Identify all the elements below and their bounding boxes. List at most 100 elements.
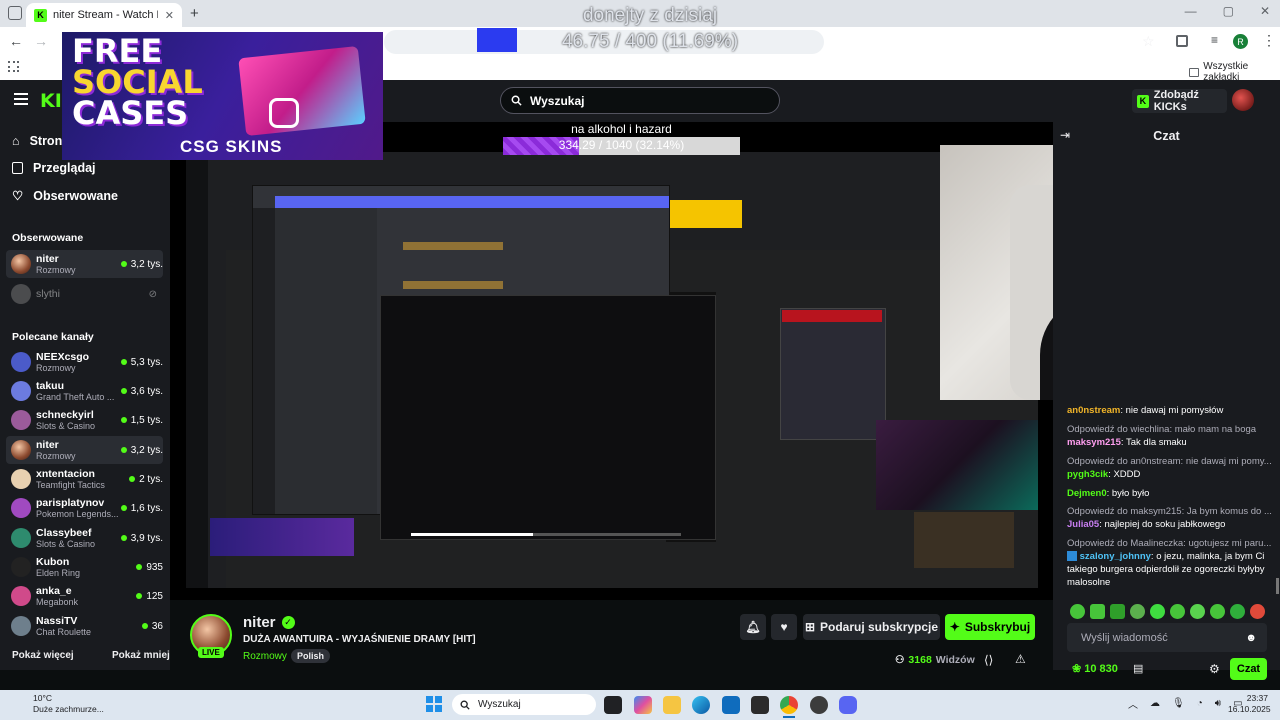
- channel-avatar: [11, 440, 31, 460]
- sidebar-channel-slythi[interactable]: slythi ⊘: [6, 280, 163, 308]
- sidebar-channel[interactable]: Kubon Elden Ring 935: [6, 553, 163, 581]
- store-app-icon[interactable]: [751, 696, 769, 714]
- chat-username[interactable]: maksym215: [1067, 437, 1121, 448]
- tab-search-button[interactable]: [8, 6, 22, 20]
- stream-category[interactable]: Rozmowy: [243, 651, 287, 662]
- notifications-button[interactable]: 🔔︎: [740, 614, 766, 640]
- emote-icon[interactable]: [1190, 604, 1205, 619]
- edge-icon[interactable]: [692, 696, 710, 714]
- taskbar-clock[interactable]: 23:37 16.10.2025: [1228, 693, 1271, 715]
- chat-input[interactable]: Wyślij wiadomość ☻: [1067, 623, 1267, 652]
- back-icon[interactable]: ←: [9, 33, 23, 49]
- viewers-icon: ⚇: [895, 654, 905, 666]
- chat-reply-context[interactable]: Odpowiedź do Maalineczka: ugotujesz mi p…: [1067, 537, 1272, 550]
- tray-chevron-icon[interactable]: ︿: [1128, 696, 1138, 711]
- windows-start-icon[interactable]: [426, 696, 442, 712]
- nav-following[interactable]: ♡ Obserwowane: [12, 188, 118, 204]
- gift-subs-button[interactable]: ⊞ Podaruj subskrypcje: [803, 614, 940, 640]
- language-tag[interactable]: Polish: [291, 649, 331, 663]
- bookmark-star-icon[interactable]: ☆: [1142, 33, 1155, 50]
- chat-scrollbar[interactable]: [1276, 578, 1279, 594]
- browser-menu-icon[interactable]: ⋮: [1262, 32, 1276, 49]
- emote-icon[interactable]: [1250, 604, 1265, 619]
- chat-username[interactable]: an0nstream: [1067, 405, 1120, 416]
- outlook-icon[interactable]: [722, 696, 740, 714]
- chat-username[interactable]: szalony_johnny: [1080, 551, 1151, 562]
- taskbar-search[interactable]: Wyszukaj: [452, 694, 596, 715]
- sidebar-channel[interactable]: NEEXcsgo Rozmowy 5,3 tys.: [6, 348, 163, 376]
- maximize-icon[interactable]: ▢: [1223, 4, 1234, 18]
- profile-avatar[interactable]: R: [1233, 34, 1248, 49]
- sidebar-channel[interactable]: parisplatynov Pokemon Legends... 1,6 tys.: [6, 494, 163, 522]
- sidebar-channel[interactable]: takuu Grand Theft Auto ... 3,6 tys.: [6, 377, 163, 405]
- microphone-icon[interactable]: 🎙︎: [1172, 698, 1185, 709]
- sidebar-channel[interactable]: Classybeef Slots & Casino 3,9 tys.: [6, 524, 163, 552]
- weather-widget[interactable]: 10°C Duże zachmurze...: [33, 693, 104, 715]
- close-window-icon[interactable]: ✕: [1260, 4, 1270, 18]
- chat-reply-context[interactable]: Odpowiedź do maksym215: Ja bym komus do …: [1067, 505, 1272, 518]
- media-icon[interactable]: ≡: [1211, 33, 1218, 47]
- live-badge: LIVE: [198, 647, 224, 658]
- network-icon[interactable]: ◔: [1197, 698, 1203, 709]
- chat-settings-icon[interactable]: ⚙: [1209, 662, 1220, 676]
- sidebar-channel[interactable]: NassiTV Chat Roulette 36: [6, 612, 163, 640]
- chat-username[interactable]: Julia05: [1067, 519, 1099, 530]
- sidebar-channel[interactable]: schneckyirl Slots & Casino 1,5 tys.: [6, 406, 163, 434]
- emote-icon[interactable]: [1090, 604, 1105, 619]
- emote-icon[interactable]: [1210, 604, 1225, 619]
- wiki-card-in-stream: [780, 308, 886, 440]
- apps-grid-icon[interactable]: [8, 61, 19, 72]
- emoji-icon[interactable]: ☻: [1245, 632, 1257, 644]
- user-avatar[interactable]: [1232, 89, 1254, 111]
- sidebar-channel[interactable]: xntentacion Teamfight Tactics 2 tys.: [6, 465, 163, 493]
- sidebar-channel[interactable]: niter Rozmowy 3,2 tys.: [6, 436, 163, 464]
- sidebar-channel-niter[interactable]: niter Rozmowy 3,2 tys.: [6, 250, 163, 278]
- emote-icon[interactable]: [1110, 604, 1125, 619]
- discord-icon[interactable]: [839, 696, 857, 714]
- show-more-button[interactable]: Pokaż więcej: [12, 650, 74, 661]
- store-icon[interactable]: ▤: [1133, 662, 1143, 675]
- follow-button[interactable]: ♥: [771, 614, 797, 640]
- sidebar-channel[interactable]: anka_e Megabonk 125: [6, 582, 163, 610]
- channel-category: Pokemon Legends...: [36, 509, 119, 519]
- emote-icon[interactable]: [1170, 604, 1185, 619]
- onedrive-icon[interactable]: ☁: [1150, 698, 1160, 709]
- chat-reply-context[interactable]: Odpowiedź do an0nstream: nie dawaj mi po…: [1067, 455, 1272, 468]
- copilot-icon[interactable]: [634, 696, 652, 714]
- search-placeholder: Wyszukaj: [530, 93, 585, 108]
- emote-icon[interactable]: [1130, 604, 1145, 619]
- forward-icon[interactable]: →: [34, 33, 48, 49]
- hamburger-menu-icon[interactable]: [14, 93, 28, 105]
- extensions-icon[interactable]: [1176, 35, 1188, 47]
- minimize-icon[interactable]: —: [1185, 4, 1197, 18]
- kick-logo[interactable]: KI: [40, 90, 62, 112]
- file-explorer-icon[interactable]: [663, 696, 681, 714]
- emote-icon[interactable]: [1150, 604, 1165, 619]
- report-icon[interactable]: ⚠: [1015, 652, 1026, 666]
- close-tab-icon[interactable]: ✕: [165, 9, 174, 22]
- volume-icon[interactable]: 🔊︎: [1215, 698, 1221, 709]
- chrome-icon[interactable]: [780, 696, 798, 714]
- browser-tab[interactable]: K niter Stream - Watch Live on Ki ✕: [26, 3, 182, 27]
- new-tab-button[interactable]: +: [190, 5, 199, 22]
- nav-browse[interactable]: Przeglądaj: [12, 161, 96, 175]
- chat-username[interactable]: Dejmen0: [1067, 488, 1107, 499]
- channel-points[interactable]: ❀ 10 830: [1072, 662, 1118, 676]
- search-icon: [511, 95, 522, 106]
- chat-reply-context[interactable]: Odpowiedź do wiechlina: mało mam na boga: [1067, 423, 1272, 436]
- kicks-coin-icon: K: [1137, 94, 1149, 108]
- get-kicks-button[interactable]: K Zdobądź KICKs: [1132, 89, 1227, 113]
- app-icon[interactable]: [810, 696, 828, 714]
- stream-channel-name[interactable]: niter: [243, 614, 276, 631]
- emote-icon[interactable]: [1230, 604, 1245, 619]
- chat-username[interactable]: pygh3cik: [1067, 469, 1108, 480]
- search-bar[interactable]: Wyszukaj: [500, 87, 780, 114]
- subscribe-button[interactable]: ✦ Subskrybuj: [945, 614, 1035, 640]
- share-icon[interactable]: ⟨⟩: [984, 653, 993, 667]
- show-less-button[interactable]: Pokaż mniej: [112, 650, 170, 661]
- emote-icon[interactable]: [1070, 604, 1085, 619]
- chat-header: Czat: [1153, 129, 1180, 143]
- emote-bar: [1070, 604, 1265, 619]
- task-view-icon[interactable]: [604, 696, 622, 714]
- chat-send-button[interactable]: Czat: [1230, 658, 1267, 680]
